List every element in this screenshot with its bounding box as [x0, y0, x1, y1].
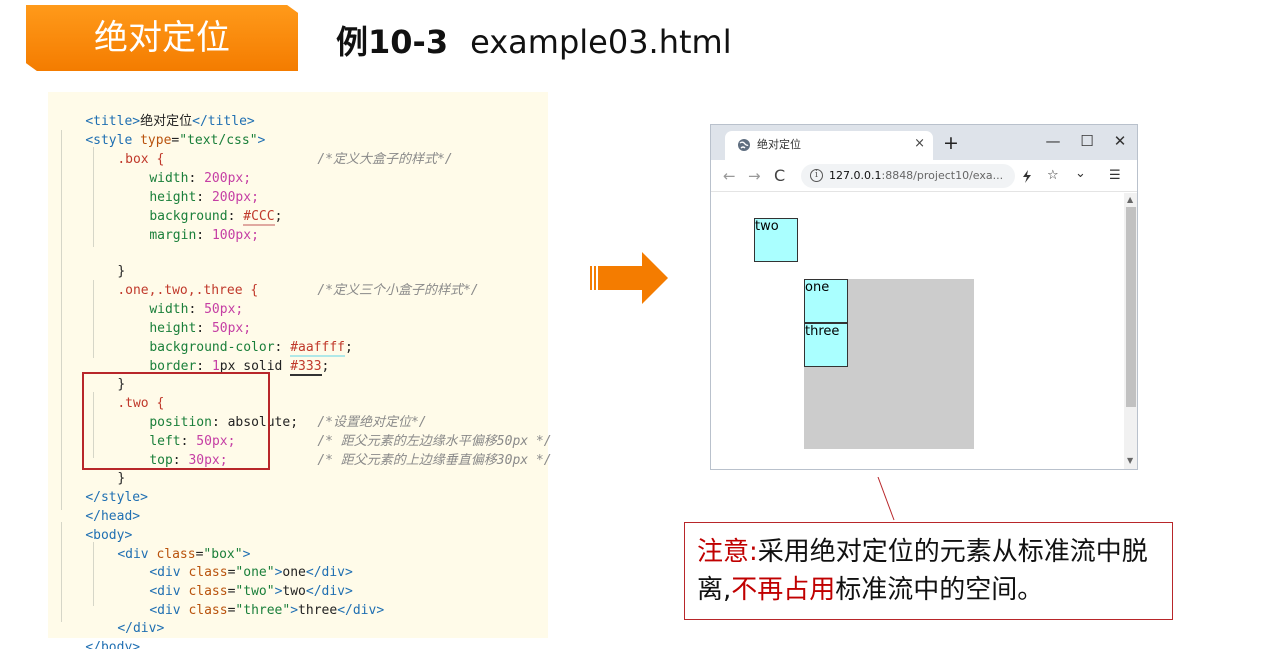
close-window-button[interactable]: ✕	[1111, 131, 1129, 151]
note-highlight: 不再占用	[731, 575, 836, 605]
demo-box-three: three	[804, 323, 848, 367]
forward-button[interactable]: →	[748, 166, 761, 186]
code-comment: /*定义三个小盒子的样式*/	[317, 283, 479, 298]
code-comment: /* 距父元素的左边缘水平偏移50px */	[317, 434, 552, 449]
section-banner: 绝对定位	[26, 5, 298, 71]
vertical-scrollbar[interactable]: ▲ ▼	[1124, 193, 1137, 469]
code-line: background-color: #aaffff;	[149, 340, 353, 357]
chevron-down-icon[interactable]: ⌄	[1075, 165, 1086, 183]
code-line: width: 200px;	[149, 171, 252, 186]
scroll-thumb[interactable]	[1126, 207, 1136, 407]
note-callout: 注意:采用绝对定位的元素从标准流中脱离,不再占用标准流中的空间。	[684, 522, 1173, 620]
browser-toolbar: ← → C i 127.0.0.1:8848/project10/exa... …	[711, 160, 1137, 192]
demo-box-one: one	[804, 279, 848, 323]
code-line: <div class="box">	[117, 547, 251, 562]
right-arrow-icon	[590, 252, 668, 304]
tab-title: 绝对定位	[757, 138, 801, 151]
note-label: 注意:	[697, 537, 758, 567]
reload-button[interactable]: C	[774, 166, 785, 186]
demo-box-two: two	[754, 218, 798, 262]
code-line: <style type="text/css">	[85, 133, 266, 148]
example-file: example03.html	[470, 23, 732, 61]
code-line: </style>	[85, 490, 148, 505]
code-line: height: 200px;	[149, 190, 259, 205]
browser-viewport: two one three	[711, 193, 1124, 469]
code-panel: <title>绝对定位</title> <style type="text/cs…	[48, 92, 552, 649]
code-comment: /* 距父元素的上边缘垂直偏移30px */	[317, 453, 552, 468]
code-line: margin: 100px;	[149, 228, 259, 243]
code-line: .box {	[117, 152, 165, 167]
code-line: <body>	[85, 528, 133, 543]
minimize-button[interactable]: —	[1044, 131, 1062, 151]
code-line: </head>	[85, 509, 141, 524]
code-line: border: 1px solid #333;	[149, 359, 330, 376]
globe-icon	[738, 139, 750, 151]
info-icon[interactable]: i	[810, 169, 823, 182]
scroll-down-icon[interactable]: ▼	[1127, 457, 1133, 465]
menu-icon[interactable]: ☰	[1109, 167, 1121, 185]
browser-window: 绝对定位 × + — ☐ ✕ ← → C i 127.0.0.1:8848/pr…	[710, 124, 1138, 470]
code-highlight-box	[82, 372, 270, 470]
code-line: width: 50px;	[149, 302, 244, 317]
code-line: }	[117, 264, 126, 279]
note-text-end: 标准流中的空间。	[835, 575, 1044, 605]
back-button[interactable]: ←	[723, 166, 736, 186]
bolt-icon[interactable]	[1022, 170, 1032, 183]
browser-tab[interactable]: 绝对定位 ×	[725, 131, 933, 160]
code-line: <div class="three">three</div>	[149, 603, 385, 618]
code-line: </div>	[117, 621, 165, 636]
slide-title: 例10-3 example03.html	[336, 18, 732, 66]
code-comment: /*定义大盒子的样式*/	[317, 152, 453, 167]
scroll-up-icon[interactable]: ▲	[1127, 196, 1133, 204]
indent-guide	[61, 130, 62, 510]
url-text: 127.0.0.1:8848/project10/exa...	[829, 169, 1004, 182]
new-tab-button[interactable]: +	[943, 132, 959, 154]
code-comment: /*设置绝对定位*/	[317, 415, 427, 430]
maximize-button[interactable]: ☐	[1078, 131, 1096, 151]
tab-close-icon[interactable]: ×	[914, 136, 925, 152]
code-line: </body>	[85, 640, 141, 649]
code-line: .one,.two,.three {	[117, 283, 259, 298]
callout-pointer	[877, 477, 895, 521]
code-line: <title>绝对定位</title>	[85, 114, 255, 129]
code-line: height: 50px;	[149, 321, 252, 336]
example-number: 例10-3	[336, 23, 449, 61]
bookmark-star-icon[interactable]: ☆	[1047, 167, 1059, 185]
tab-bar: 绝对定位 × + — ☐ ✕	[711, 125, 1137, 160]
code-line: <div class="one">one</div>	[149, 565, 353, 580]
code-line: background: #CCC;	[149, 209, 283, 226]
code-line: <div class="two">two</div>	[149, 584, 353, 599]
address-bar[interactable]: i 127.0.0.1:8848/project10/exa...	[801, 164, 1015, 188]
